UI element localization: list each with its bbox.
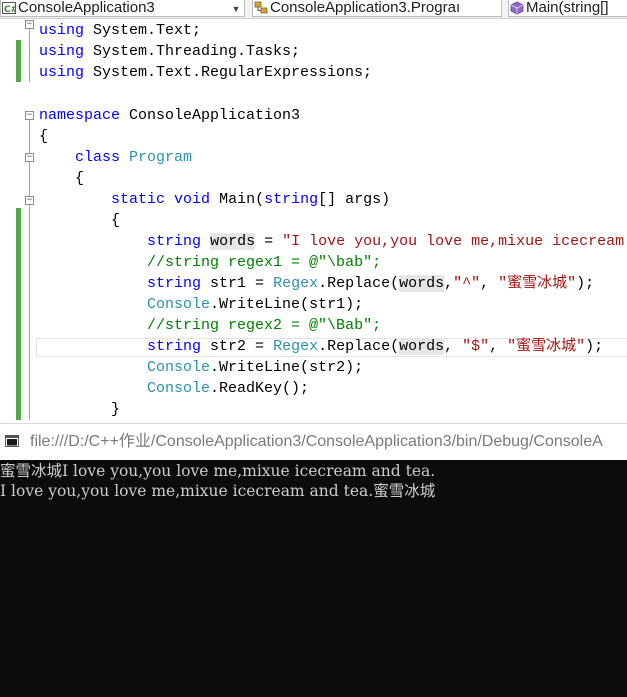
string-token: "蜜雪冰城": [507, 338, 586, 355]
code-text: }: [111, 401, 121, 418]
code-text: Main(: [210, 191, 265, 208]
type-token: Console: [147, 296, 211, 313]
code-text: System.Threading.Tasks;: [84, 43, 301, 60]
keyword-token: string: [147, 275, 202, 292]
collapse-toggle[interactable]: −: [25, 20, 34, 29]
method-icon: [510, 1, 524, 15]
member-dropdown-label: Main(string[]: [526, 0, 609, 16]
code-line[interactable]: }: [39, 399, 120, 420]
code-text: {: [39, 128, 49, 145]
code-text: );: [576, 275, 595, 292]
code-line[interactable]: {: [39, 126, 48, 147]
code-text: ,: [480, 275, 499, 292]
code-text: .Replace(: [318, 338, 400, 355]
code-text: {: [75, 170, 85, 187]
variable-highlight: words: [210, 233, 256, 250]
code-text: {: [111, 212, 121, 229]
project-dropdown-label: ConsoleApplication3: [18, 0, 155, 16]
code-line[interactable]: namespace ConsoleApplication3: [39, 105, 300, 126]
collapse-toggle[interactable]: −: [25, 153, 34, 162]
code-line[interactable]: //string regex1 = @"\bab";: [39, 252, 381, 273]
code-editor[interactable]: − − − − using System.Text; using System.…: [0, 19, 627, 423]
code-line[interactable]: string str1 = Regex.Replace(words,"^", "…: [39, 273, 594, 294]
code-line[interactable]: class Program: [39, 147, 192, 168]
code-text: .ReadKey();: [210, 380, 310, 397]
code-line[interactable]: Console.WriteLine(str1);: [39, 294, 363, 315]
code-text: System.Text.RegularExpressions;: [84, 64, 373, 81]
csharp-project-icon: C#: [2, 2, 16, 15]
keyword-token: string: [147, 338, 202, 355]
code-line[interactable]: Console.ReadKey();: [39, 378, 309, 399]
collapse-toggle[interactable]: −: [25, 196, 34, 205]
code-text: str1 =: [201, 275, 274, 292]
keyword-token: using: [39, 22, 85, 39]
code-line[interactable]: {: [39, 168, 84, 189]
keyword-token: class: [75, 149, 121, 166]
member-dropdown[interactable]: Main(string[]: [508, 0, 627, 17]
code-line[interactable]: static void Main(string[] args): [39, 189, 390, 210]
comment-token: //string regex2 = @"\Bab";: [147, 317, 382, 334]
code-line[interactable]: Console.WriteLine(str2);: [39, 357, 363, 378]
collapse-toggle[interactable]: −: [25, 111, 34, 120]
class-dropdown[interactable]: ConsoleApplication3.Prograı: [252, 0, 502, 17]
code-text: );: [585, 338, 604, 355]
type-token: Program: [129, 149, 193, 166]
code-text: [] args): [318, 191, 391, 208]
change-indicator-bar: [16, 40, 21, 82]
console-output-line: 蜜雪冰城I love you,you love me,mixue icecrea…: [0, 462, 436, 480]
code-text: ConsoleApplication3: [120, 107, 301, 124]
code-line[interactable]: using System.Text;: [39, 20, 201, 41]
code-text: .WriteLine(str1);: [210, 296, 364, 313]
type-token: Regex: [273, 338, 319, 355]
code-text: str2 =: [201, 338, 274, 355]
keyword-token: void: [174, 191, 211, 208]
code-line[interactable]: string str2 = Regex.Replace(words, "$", …: [39, 336, 603, 357]
editor-navigation-bar: C# ConsoleApplication3 ▼ ConsoleApplicat…: [0, 0, 627, 19]
fold-guide: [29, 120, 30, 420]
code-text: .WriteLine(str2);: [210, 359, 364, 376]
keyword-token: static: [111, 191, 166, 208]
code-text: ,: [444, 338, 463, 355]
keyword-token: namespace: [39, 107, 121, 124]
keyword-token: using: [39, 64, 85, 81]
chevron-down-icon[interactable]: ▼: [230, 3, 242, 15]
console-output-area[interactable]: 蜜雪冰城I love you,you love me,mixue icecrea…: [0, 460, 627, 697]
keyword-token: string: [147, 233, 202, 250]
variable-highlight: words: [399, 275, 445, 292]
code-line[interactable]: using System.Text.RegularExpressions;: [39, 62, 372, 83]
code-text: .Replace(: [318, 275, 400, 292]
code-text: ,: [444, 275, 454, 292]
console-window-title: file:///D:/C++作业/ConsoleApplication3/Con…: [30, 433, 603, 450]
code-line[interactable]: string words = "I love you,you love me,m…: [39, 231, 624, 252]
console-output-line: I love you,you love me,mixue icecream an…: [0, 482, 436, 500]
code-line[interactable]: //string regex2 = @"\Bab";: [39, 315, 381, 336]
code-text: System.Text;: [84, 22, 202, 39]
code-line[interactable]: using System.Threading.Tasks;: [39, 41, 300, 62]
console-window-icon: [5, 435, 19, 447]
string-token: "I love you,you love me,mixue icecream: [282, 233, 625, 250]
code-line[interactable]: {: [39, 210, 120, 231]
project-dropdown[interactable]: C# ConsoleApplication3 ▼: [0, 0, 245, 17]
keyword-token: using: [39, 43, 85, 60]
fold-guide: [29, 29, 30, 82]
string-token: "蜜雪冰城": [498, 275, 577, 292]
variable-highlight: words: [399, 338, 445, 355]
type-token: Regex: [273, 275, 319, 292]
comment-token: //string regex1 = @"\bab";: [147, 254, 382, 271]
svg-text:C#: C#: [4, 5, 16, 15]
string-token: "^": [453, 275, 481, 292]
class-dropdown-label: ConsoleApplication3.Prograı: [270, 0, 461, 16]
code-text: ,: [489, 338, 508, 355]
code-text: =: [255, 233, 283, 250]
change-indicator-bar: [16, 208, 21, 420]
type-token: Console: [147, 359, 211, 376]
keyword-token: string: [264, 191, 319, 208]
type-token: Console: [147, 380, 211, 397]
class-icon: [254, 1, 268, 14]
string-token: "$": [462, 338, 490, 355]
console-title-bar[interactable]: file:///D:/C++作业/ConsoleApplication3/Con…: [0, 423, 627, 461]
